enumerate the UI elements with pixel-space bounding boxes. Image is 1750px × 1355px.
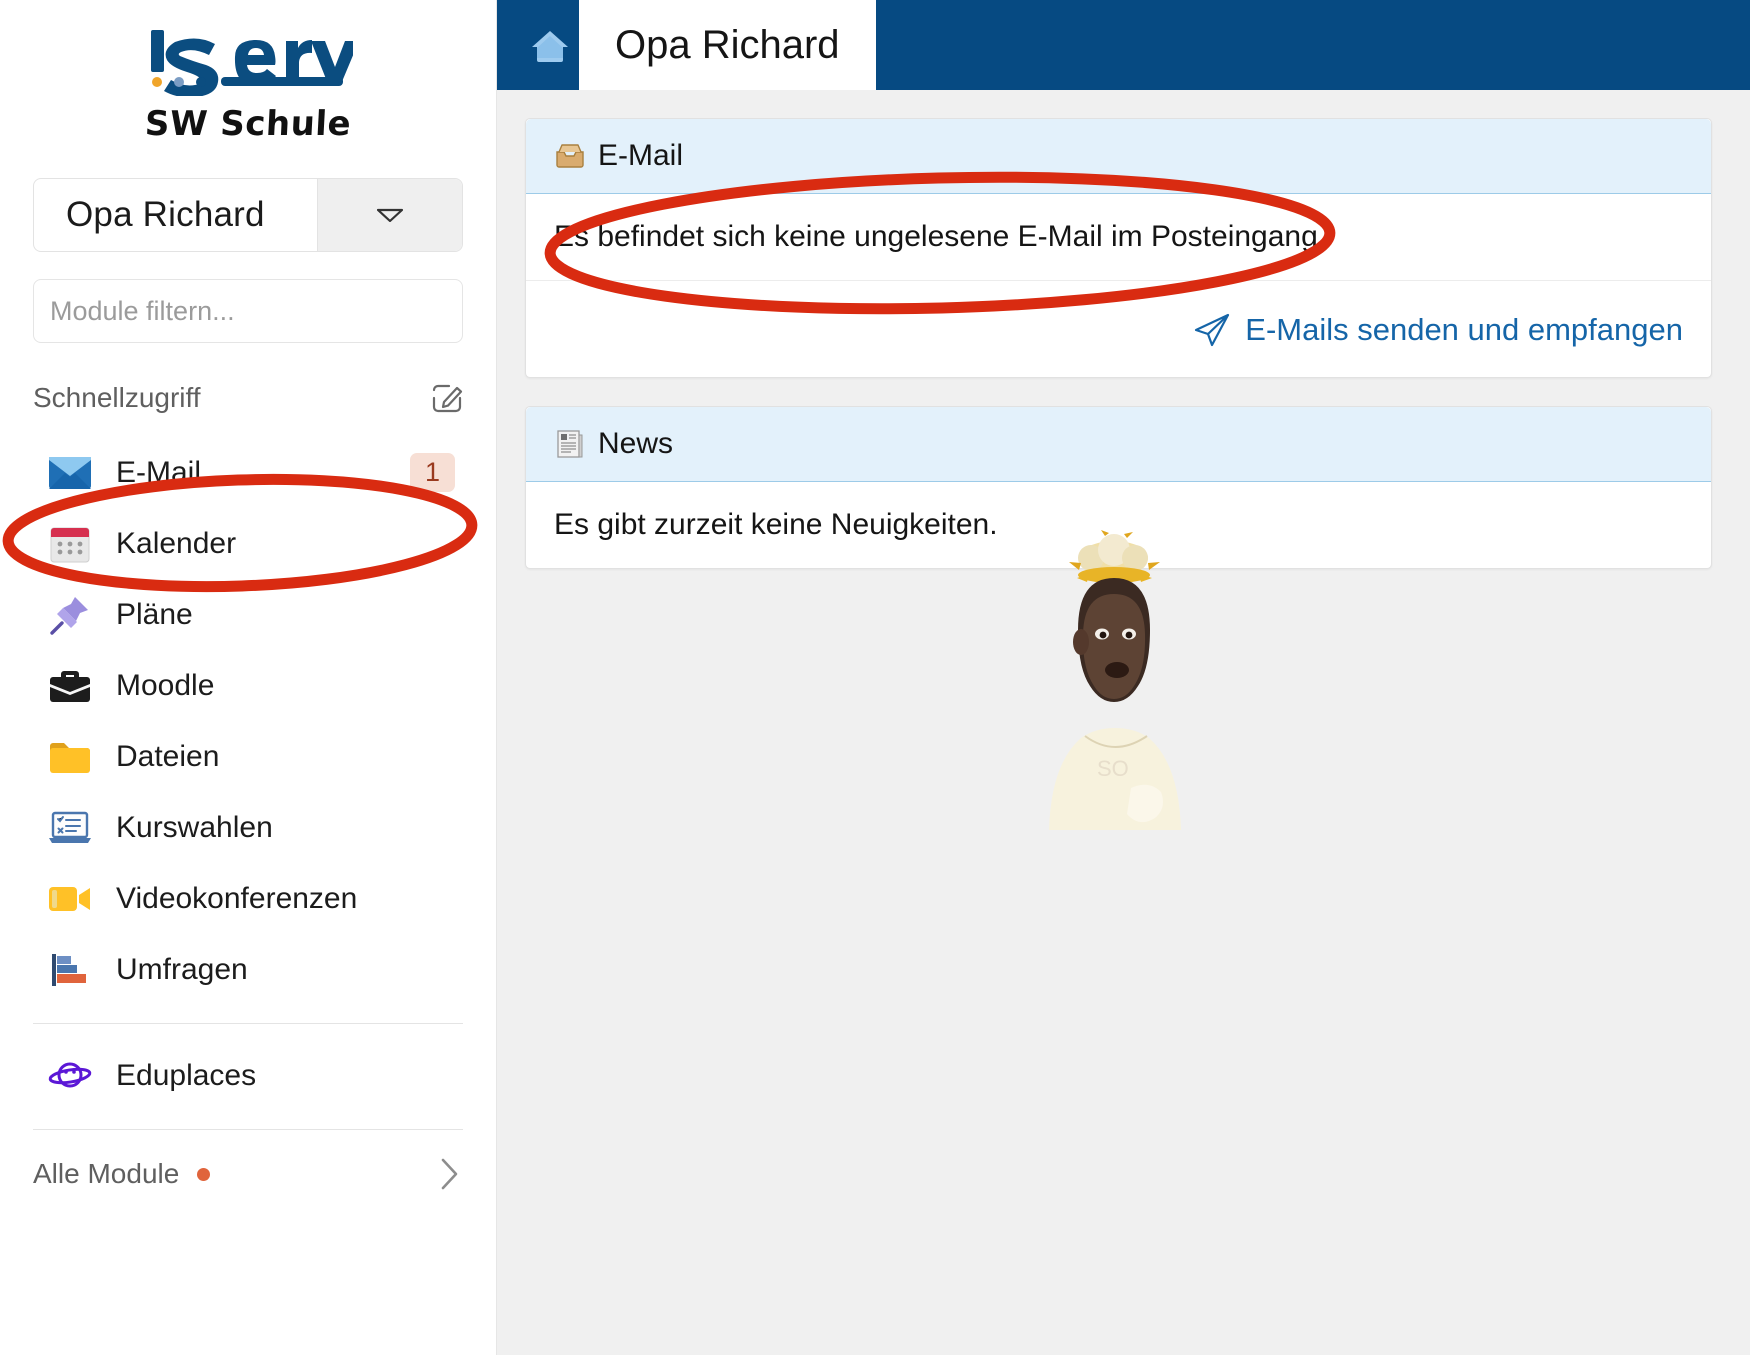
account-name: Opa Richard xyxy=(66,195,265,234)
sidebar-item-kurswahlen[interactable]: Kurswahlen xyxy=(33,792,463,863)
sidebar-item-e-mail[interactable]: E-Mail 1 xyxy=(33,437,463,508)
newspaper-icon xyxy=(554,428,586,460)
edit-pencil-icon[interactable] xyxy=(431,382,463,414)
sidebar-item-dateien[interactable]: Dateien xyxy=(33,721,463,792)
briefcase-icon xyxy=(47,663,93,709)
divider xyxy=(33,1129,463,1130)
sidebar-item-label: Dateien xyxy=(116,739,220,773)
send-receive-emails-label: E-Mails senden und empfangen xyxy=(1245,312,1683,347)
sidebar-item-label: E-Mail xyxy=(116,455,202,489)
sidebar-item-kalender[interactable]: Kalender xyxy=(33,508,463,579)
email-card-header: E-Mail xyxy=(526,119,1711,194)
svg-text:SO: SO xyxy=(1097,756,1129,781)
email-card: E-Mail Es befindet sich keine ungelesene… xyxy=(525,118,1712,378)
all-modules-link[interactable]: Alle Module xyxy=(33,1146,463,1202)
sidebar-item-eduplaces[interactable]: Eduplaces xyxy=(33,1040,463,1111)
content-area: E-Mail Es befindet sich keine ungelesene… xyxy=(497,90,1750,1355)
page-title: Opa Richard xyxy=(615,22,840,67)
paper-plane-icon xyxy=(1195,313,1230,347)
sidebar: SW Schule Opa Richard Schnellzugriff xyxy=(0,0,497,1355)
bar-chart-icon xyxy=(47,947,93,993)
notification-dot xyxy=(197,1167,211,1181)
account-dropdown-button[interactable] xyxy=(317,179,462,251)
module-filter[interactable] xyxy=(33,279,463,343)
divider xyxy=(33,1023,463,1024)
sidebar-item-label: Eduplaces xyxy=(116,1058,257,1092)
inbox-tray-icon xyxy=(554,140,586,172)
chevron-down-icon xyxy=(377,208,403,222)
envelope-icon xyxy=(47,450,93,496)
sidebar-item-moodle[interactable]: Moodle xyxy=(33,650,463,721)
iserv-logo xyxy=(151,30,353,96)
quick-access-list: E-Mail 1 Kalender Pläne Moodle Dateien K… xyxy=(33,437,463,1202)
mind-blown-meme: SO xyxy=(1019,530,1209,830)
status-badge: 1 xyxy=(409,453,455,492)
pushpin-icon xyxy=(47,592,93,638)
send-receive-emails-link[interactable]: E-Mails senden und empfangen xyxy=(1193,311,1683,349)
school-name: SW Schule xyxy=(143,104,353,144)
card-title: News xyxy=(598,427,674,460)
breadcrumb[interactable]: Opa Richard xyxy=(579,0,876,90)
sidebar-item-umfragen[interactable]: Umfragen xyxy=(33,934,463,1005)
email-empty-message: Es befindet sich keine ungelesene E-Mail… xyxy=(526,194,1711,281)
chevron-right-icon xyxy=(441,1158,458,1190)
top-bar: Opa Richard xyxy=(497,0,1750,90)
video-camera-icon xyxy=(47,876,93,922)
home-icon[interactable] xyxy=(527,22,573,68)
sidebar-item-videokonferenzen[interactable]: Videokonferenzen xyxy=(33,863,463,934)
calendar-icon xyxy=(47,521,93,567)
sidebar-item-label: Pläne xyxy=(116,597,193,631)
brand-block: SW Schule xyxy=(33,0,463,144)
news-card-header: News xyxy=(526,407,1711,482)
sidebar-item-label: Umfragen xyxy=(116,952,248,986)
laptop-list-icon xyxy=(47,805,93,851)
card-title: E-Mail xyxy=(598,139,684,172)
main-region: Opa Richard E-Mail Es befindet sich kein… xyxy=(497,0,1750,1355)
quick-access-header: Schnellzugriff xyxy=(33,381,463,415)
search-input[interactable] xyxy=(48,294,462,328)
account-switcher[interactable]: Opa Richard xyxy=(33,178,463,252)
sidebar-item-plaene[interactable]: Pläne xyxy=(33,579,463,650)
sidebar-item-label: Kurswahlen xyxy=(116,810,273,844)
planet-icon xyxy=(47,1053,93,1099)
all-modules-label: Alle Module xyxy=(33,1158,180,1189)
sidebar-item-label: Kalender xyxy=(116,526,237,560)
quick-access-title: Schnellzugriff xyxy=(33,382,201,413)
email-card-footer: E-Mails senden und empfangen xyxy=(526,281,1711,377)
folder-icon xyxy=(47,734,93,780)
sidebar-item-label: Videokonferenzen xyxy=(116,881,358,915)
exploding-head-emoji xyxy=(1069,530,1160,583)
sidebar-item-label: Moodle xyxy=(116,668,215,702)
